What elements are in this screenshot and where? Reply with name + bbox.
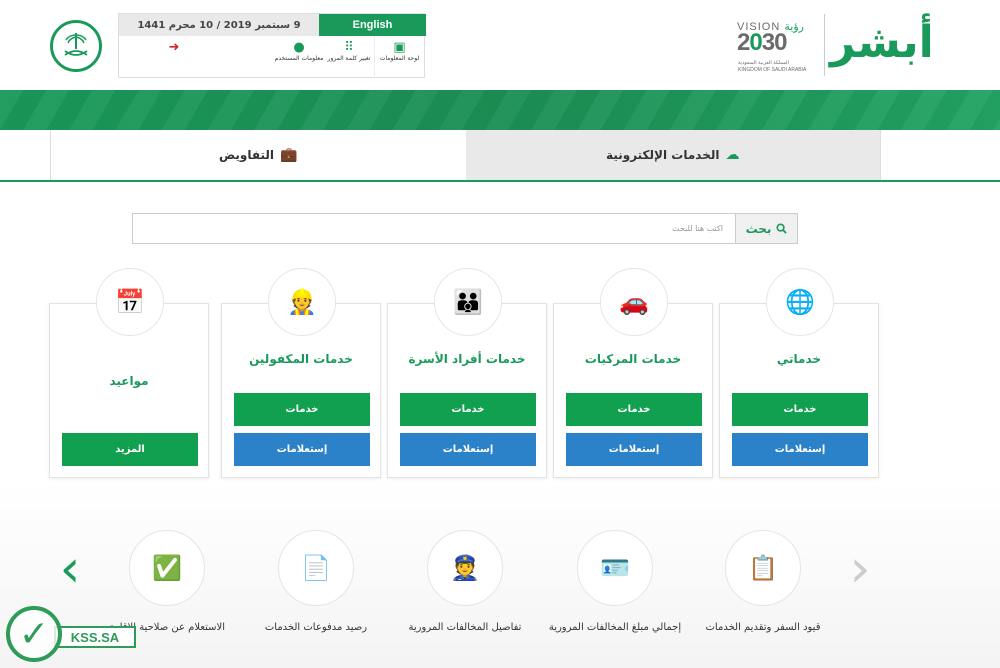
quick-service-violations-total[interactable]: 🪪 إجمالي مبلغ المخالفات المرورية <box>540 530 690 640</box>
watermark-text: KSS.SA <box>54 626 136 648</box>
tab-electronic-services[interactable]: ☁ الخدمات الإلكترونية <box>465 130 880 180</box>
family-icon: 👪 <box>434 268 502 336</box>
main-tabs: 💼 التفاويض ☁ الخدمات الإلكترونية <box>50 130 881 180</box>
vision-2030-logo: VISION رؤية 2030 المملكة العربية السعودي… <box>735 16 820 76</box>
tab-electronic-services-label: الخدمات الإلكترونية <box>606 148 720 162</box>
cloud-icon: ☁ <box>725 147 740 163</box>
dashboard-icon: ▣ <box>393 40 406 55</box>
logout-icon: ➜ <box>168 40 180 55</box>
vision-year-a: 2 <box>737 29 750 56</box>
services-button[interactable]: خدمات <box>566 393 702 426</box>
user-info-label: معلومات المستخدم <box>274 55 324 62</box>
travel-restriction-icon: 📋 <box>725 530 801 606</box>
user-actions: ▣ لوحة المعلومات ⠿ تغيير كلمة المرور ● م… <box>119 36 424 78</box>
inquiries-button[interactable]: إستعلامات <box>732 433 868 466</box>
emblem-palm-swords-icon <box>64 33 88 56</box>
search-input[interactable] <box>133 214 735 243</box>
quick-service-label: إجمالي مبلغ المخالفات المرورية <box>548 622 682 633</box>
keypad-icon: ⠿ <box>344 40 354 55</box>
page: 9 سبتمبر 2019 / 10 محرم 1441 English ▣ ل… <box>0 0 1000 668</box>
vision-ar: رؤية <box>784 21 804 33</box>
card-vehicle-services: 🚗 خدمات المركبات خدمات إستعلامات <box>553 268 713 478</box>
card-family-services: 👪 خدمات أفراد الأسرة خدمات إستعلامات <box>387 268 547 478</box>
card-title: خدماتي <box>776 352 822 366</box>
vision-year-c: 30 <box>761 29 788 56</box>
card-title: خدمات المكفولين <box>249 352 353 366</box>
language-button[interactable]: English <box>319 14 426 36</box>
checkmark-icon: ✓ <box>6 606 62 662</box>
briefcase-icon: 💼 <box>280 147 298 163</box>
vision-year-b: 0 <box>749 29 762 56</box>
logout-button[interactable]: ➜ <box>149 36 199 78</box>
change-password-label: تغيير كلمة المرور <box>327 55 371 62</box>
card-title: خدمات أفراد الأسرة <box>408 352 526 366</box>
quick-service-label: قيود السفر وتقديم الخدمات <box>705 622 821 633</box>
quick-service-violations-details[interactable]: 👮 تفاصيل المخالفات المرورية <box>390 530 540 640</box>
user-info-button[interactable]: ● معلومات المستخدم <box>274 36 324 78</box>
tab-underline <box>0 180 1000 182</box>
inquiries-button[interactable]: إستعلامات <box>566 433 702 466</box>
card-title: خدمات المركبات <box>584 352 682 366</box>
services-button[interactable]: خدمات <box>732 393 868 426</box>
card-appointments: 📅 مواعيد المزيد <box>49 268 209 478</box>
search-bar: بحث <box>132 213 798 244</box>
quick-service-payments-balance[interactable]: 📄 رصيد مدفوعات الخدمات <box>241 530 391 640</box>
quick-service-label: تفاصيل المخالفات المرورية <box>408 622 522 633</box>
more-button[interactable]: المزيد <box>62 433 198 466</box>
carousel-next-button[interactable]: › <box>845 543 875 595</box>
vehicle-icon: 🚗 <box>600 268 668 336</box>
document-search-icon: 📄 <box>278 530 354 606</box>
services-button[interactable]: خدمات <box>234 393 370 426</box>
traffic-officer-icon: 👮 <box>427 530 503 606</box>
id-check-icon: ✅ <box>129 530 205 606</box>
user-icon: ● <box>293 40 305 55</box>
workers-icon: 👷 <box>268 268 336 336</box>
tab-delegations[interactable]: 💼 التفاويض <box>51 130 466 180</box>
dashboard-button[interactable]: ▣ لوحة المعلومات <box>374 36 424 78</box>
vision-kingdom-ar: المملكة العربية السعودية <box>738 60 789 66</box>
header-divider <box>824 14 825 76</box>
current-date: 9 سبتمبر 2019 / 10 محرم 1441 <box>119 14 319 36</box>
search-button[interactable]: بحث <box>735 214 797 243</box>
globe-icon: 🌐 <box>766 268 834 336</box>
inquiries-button[interactable]: إستعلامات <box>234 433 370 466</box>
quick-service-label: رصيد مدفوعات الخدمات <box>264 622 368 633</box>
card-title: مواعيد <box>109 374 149 388</box>
calendar-icon: 📅 <box>96 268 164 336</box>
card-sponsored-services: 👷 خدمات المكفولين خدمات إستعلامات <box>221 268 381 478</box>
watermark: KSS.SA ✓ <box>6 606 136 664</box>
absher-logo[interactable]: أبشر <box>830 8 934 78</box>
vision-kingdom-en: KINGDOM OF SAUDI ARABIA <box>738 67 807 73</box>
tab-delegations-label: التفاويض <box>219 148 275 162</box>
search-icon <box>776 223 788 234</box>
header: 9 سبتمبر 2019 / 10 محرم 1441 English ▣ ل… <box>0 0 1000 90</box>
dashboard-label: لوحة المعلومات <box>379 55 420 62</box>
user-panel: 9 سبتمبر 2019 / 10 محرم 1441 English ▣ ل… <box>118 13 426 78</box>
green-banner <box>0 90 1000 130</box>
inquiries-button[interactable]: إستعلامات <box>400 433 536 466</box>
quick-service-travel-restrictions[interactable]: 📋 قيود السفر وتقديم الخدمات <box>688 530 838 640</box>
vision-year: 2030 <box>737 29 788 57</box>
card-my-services: 🌐 خدماتي خدمات إستعلامات <box>719 268 879 478</box>
search-button-label: بحث <box>745 221 772 236</box>
id-card-icon: 🪪 <box>577 530 653 606</box>
services-button[interactable]: خدمات <box>400 393 536 426</box>
change-password-button[interactable]: ⠿ تغيير كلمة المرور <box>324 36 374 78</box>
ministry-emblem-icon <box>50 20 102 72</box>
carousel-prev-button[interactable]: ‹ <box>55 543 85 595</box>
